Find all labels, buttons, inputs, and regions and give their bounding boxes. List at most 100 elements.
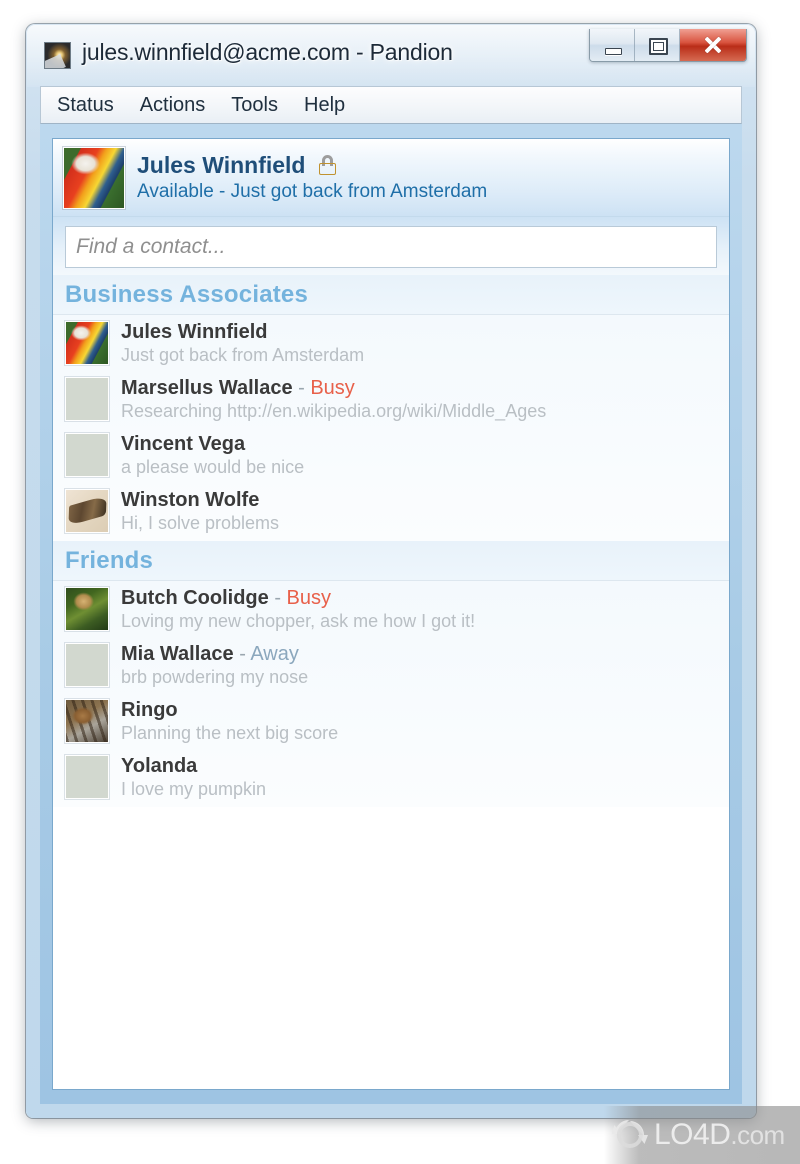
contact-status-message: a please would be nice xyxy=(121,456,305,477)
maximize-button[interactable] xyxy=(635,29,680,61)
search-input[interactable] xyxy=(65,226,717,268)
watermark-suffix: .com xyxy=(730,1120,785,1150)
contact-name: Jules Winnfield xyxy=(121,320,268,343)
status-badge: Busy xyxy=(310,376,355,399)
contact-status-message: Loving my new chopper, ask me how I got … xyxy=(121,610,476,631)
minimize-icon xyxy=(605,47,622,55)
avatar xyxy=(65,699,109,743)
my-display-name[interactable]: Jules Winnfield xyxy=(137,152,305,178)
contact-name: Vincent Vega xyxy=(121,432,246,455)
parrot-photo xyxy=(66,322,108,364)
window-controls xyxy=(589,29,747,62)
roster-scroll-area: Business Associates Jules Winnfield Just… xyxy=(53,217,729,1089)
avatar xyxy=(65,433,109,477)
contact-row[interactable]: Marsellus Wallace - Busy Researching htt… xyxy=(53,371,729,427)
menu-item-tools[interactable]: Tools xyxy=(231,94,278,117)
my-status-message[interactable]: Available - Just got back from Amsterdam xyxy=(137,181,487,203)
contact-name: Winston Wolfe xyxy=(121,488,260,511)
close-button[interactable] xyxy=(680,29,746,61)
status-separator: - xyxy=(292,376,311,399)
title-bar[interactable]: jules.winnfield@acme.com - Pandion xyxy=(26,24,756,86)
contact-text: Yolanda I love my pumpkin xyxy=(121,755,729,800)
contact-status-message: Hi, I solve problems xyxy=(121,512,280,533)
window-title: jules.winnfield@acme.com - Pandion xyxy=(82,39,453,65)
contact-name-line: Mia Wallace - Away xyxy=(121,643,729,665)
contact-status-message: I love my pumpkin xyxy=(121,778,267,799)
avatar xyxy=(65,587,109,631)
my-avatar[interactable] xyxy=(63,146,125,209)
contact-name: Mia Wallace xyxy=(121,642,234,665)
menu-bar: Status Actions Tools Help xyxy=(40,86,742,124)
eagle-photo xyxy=(66,378,108,420)
contact-name-line: Vincent Vega xyxy=(121,433,729,455)
flower-photo xyxy=(66,434,108,476)
cat-photo xyxy=(66,700,108,742)
green-animal-photo xyxy=(66,588,108,630)
status-separator: - xyxy=(268,586,287,609)
watermark: LO4D.com xyxy=(604,1106,800,1164)
contact-list: Butch Coolidge - Busy Loving my new chop… xyxy=(53,581,729,807)
menu-item-help[interactable]: Help xyxy=(304,94,345,117)
contact-name-line: Winston Wolfe xyxy=(121,489,729,511)
roster-empty-space xyxy=(53,807,729,1089)
watermark-text: LO4D.com xyxy=(654,1118,785,1152)
contact-text: Mia Wallace - Away brb powdering my nose xyxy=(121,643,729,688)
contact-name: Butch Coolidge xyxy=(121,586,269,609)
contact-text: Jules Winnfield Just got back from Amste… xyxy=(121,321,729,366)
contact-row[interactable]: Butch Coolidge - Busy Loving my new chop… xyxy=(53,581,729,637)
contact-row[interactable]: Jules Winnfield Just got back from Amste… xyxy=(53,315,729,371)
contact-name-line: Marsellus Wallace - Busy xyxy=(121,377,729,399)
my-profile-text: Jules Winnfield Available - Just got bac… xyxy=(137,152,487,203)
contact-name-line: Jules Winnfield xyxy=(121,321,729,343)
contact-row[interactable]: Winston Wolfe Hi, I solve problems xyxy=(53,483,729,539)
wing-photo xyxy=(66,490,108,532)
contact-name-line: Yolanda xyxy=(121,755,729,777)
contact-text: Winston Wolfe Hi, I solve problems xyxy=(121,489,729,534)
my-profile-header[interactable]: Jules Winnfield Available - Just got bac… xyxy=(53,139,729,217)
contact-name-line: Butch Coolidge - Busy xyxy=(121,587,729,609)
contact-group-business-associates: Business Associates Jules Winnfield Just… xyxy=(53,275,729,541)
contact-text: Vincent Vega a please would be nice xyxy=(121,433,729,478)
contact-status-message: Planning the next big score xyxy=(121,722,339,743)
chick-photo xyxy=(66,756,108,798)
group-header[interactable]: Business Associates xyxy=(53,275,729,315)
contact-text: Marsellus Wallace - Busy Researching htt… xyxy=(121,377,729,422)
contact-list: Jules Winnfield Just got back from Amste… xyxy=(53,315,729,541)
contact-text: Ringo Planning the next big score xyxy=(121,699,729,744)
fox-photo xyxy=(66,644,108,686)
contact-name: Ringo xyxy=(121,698,178,721)
parrot-photo xyxy=(64,147,124,208)
contact-row[interactable]: Mia Wallace - Away brb powdering my nose xyxy=(53,637,729,693)
close-icon xyxy=(703,35,723,55)
group-header[interactable]: Friends xyxy=(53,541,729,581)
avatar xyxy=(65,643,109,687)
contact-name: Yolanda xyxy=(121,754,198,777)
refresh-arrows-logo-icon xyxy=(612,1117,648,1153)
minimize-button[interactable] xyxy=(590,29,635,61)
search-row xyxy=(53,217,729,275)
roster-panel: Jules Winnfield Available - Just got bac… xyxy=(52,138,730,1090)
contact-status-message: Just got back from Amsterdam xyxy=(121,344,365,365)
menu-item-status[interactable]: Status xyxy=(57,94,114,117)
contact-row[interactable]: Vincent Vega a please would be nice xyxy=(53,427,729,483)
contact-name: Marsellus Wallace xyxy=(121,376,293,399)
contact-status-message: brb powdering my nose xyxy=(121,666,309,687)
avatar xyxy=(65,755,109,799)
contact-name-line: Ringo xyxy=(121,699,729,721)
contact-group-friends: Friends Butch Coolidge - Busy Loving my … xyxy=(53,541,729,807)
contact-text: Butch Coolidge - Busy Loving my new chop… xyxy=(121,587,729,632)
application-window: jules.winnfield@acme.com - Pandion Statu… xyxy=(26,24,756,1118)
maximize-icon xyxy=(649,38,668,55)
contact-row[interactable]: Ringo Planning the next big score xyxy=(53,693,729,749)
avatar xyxy=(65,489,109,533)
avatar xyxy=(65,377,109,421)
status-separator: - xyxy=(233,642,251,665)
menu-item-actions[interactable]: Actions xyxy=(140,94,206,117)
status-badge: Busy xyxy=(286,586,332,609)
status-badge: Away xyxy=(250,642,299,665)
avatar xyxy=(65,321,109,365)
app-photo-icon xyxy=(44,42,71,69)
watermark-brand: LO4D xyxy=(654,1118,731,1151)
lock-icon xyxy=(318,155,336,175)
contact-row[interactable]: Yolanda I love my pumpkin xyxy=(53,749,729,805)
